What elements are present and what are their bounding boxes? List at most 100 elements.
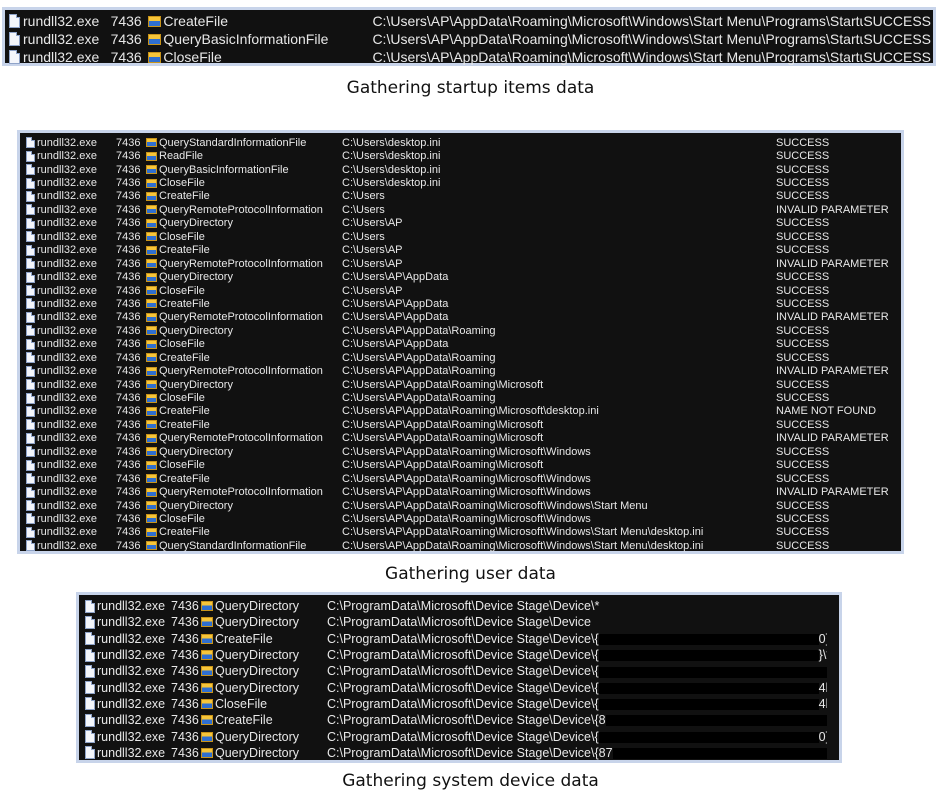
event-row[interactable]: rundll32.exe 7436 QueryDirectory C:\Program… [85,663,839,679]
process-name-cell: rundll32.exe [26,177,116,189]
path-text: C:\Users\AP\AppData\Roaming\Microsoft\Wi… [342,486,591,499]
process-name: rundll32.exe [37,190,97,203]
process-name-cell: rundll32.exe [26,419,116,431]
result: SUCCESS [776,512,830,525]
event-row[interactable]: rundll32.exe 7436 QueryRemoteProtocolInfor… [26,257,901,270]
process-name-cell: rundll32.exe [26,405,116,417]
pid: 7436 [116,177,141,190]
path: C:\Users\AP [342,217,776,229]
event-row[interactable]: rundll32.exe 7436 QueryBasicInformationFil… [9,30,933,48]
process-name: rundll32.exe [37,405,97,418]
event-row[interactable]: rundll32.exe 7436 CreateFile C:\Users\AP\Ap… [26,472,901,485]
event-row[interactable]: rundll32.exe 7436 QueryDirectory C:\Program… [85,598,839,614]
event-row[interactable]: rundll32.exe 7436 QueryDirectory C:\Users\A… [26,270,901,283]
event-row[interactable]: rundll32.exe 7436 QueryDirectory C:\Program… [85,745,839,761]
result: SUCCESS [776,244,830,257]
pid: 7436 [171,631,199,646]
result: SUCCESS [863,49,931,65]
path-text: C:\ProgramData\Microsoft\Device Stage\De… [327,664,599,679]
event-row[interactable]: rundll32.exe 7436 CloseFile C:\Users\AP SUCC… [26,284,901,297]
event-row[interactable]: rundll32.exe 7436 CreateFile C:\Users\AP\Ap… [9,12,933,30]
executable-file-icon [26,432,35,444]
event-row[interactable]: rundll32.exe 7436 CloseFile C:\Users SUCCESS [26,230,901,243]
path: C:\Users\AP\AppData\Roaming\Microsoft\Wi… [342,540,776,552]
event-row[interactable]: rundll32.exe 7436 CreateFile C:\Users\AP\Ap… [26,418,901,431]
event-row[interactable]: rundll32.exe 7436 QueryRemoteProtocolInfor… [26,203,901,216]
event-row[interactable]: rundll32.exe 7436 CloseFile C:\Users\AP\App… [9,48,933,66]
event-row[interactable]: rundll32.exe 7436 QueryDirectory C:\Users\A… [26,378,901,391]
path-text: C:\Users\desktop.ini [342,177,441,190]
executable-file-icon [26,526,35,538]
result: SUCCESS [863,13,931,29]
event-row[interactable]: rundll32.exe 7436 CreateFile C:\Users\AP\Ap… [26,405,901,418]
event-row[interactable]: rundll32.exe 7436 QueryDirectory C:\Program… [85,647,839,663]
path-suffix: 4b0} [818,696,827,711]
filesystem-operation-icon [201,731,213,742]
event-row[interactable]: rundll32.exe 7436 QueryRemoteProtocolInfor… [26,311,901,324]
process-name-cell: rundll32.exe [26,392,116,404]
path-text: C:\Users\AP\AppData\Roaming\Microsoft\de… [342,405,599,418]
filesystem-operation-icon [201,682,213,693]
process-name-cell: rundll32.exe [26,164,116,176]
result: SUCCESS [776,499,830,512]
pid: 7436 [116,432,141,445]
operation-cell: CreateFile [146,526,342,538]
event-row[interactable]: rundll32.exe 7436 ReadFile C:\Users\desktop… [26,149,901,162]
operation: QueryRemoteProtocolInformation [159,311,323,324]
event-row[interactable]: rundll32.exe 7436 CreateFile C:\Users\AP SUC… [26,244,901,257]
filesystem-operation-icon [146,460,157,470]
event-row[interactable]: rundll32.exe 7436 QueryRemoteProtocolInfor… [26,364,901,377]
event-row[interactable]: rundll32.exe 7436 CloseFile C:\Users\AP\App… [26,459,901,472]
executable-file-icon [85,681,95,695]
event-row[interactable]: rundll32.exe 7436 QueryDirectory C:\Program… [85,728,839,744]
path: C:\Users\AP\AppData\Roaming\Microsoft\Wi… [342,500,776,512]
path-text: C:\Users\AP\AppData\Roaming\Microsoft\Wi… [342,472,591,485]
executable-file-icon [26,392,35,404]
event-row[interactable]: rundll32.exe 7436 CloseFile C:\ProgramData\… [85,696,839,712]
result: SUCCESS [776,230,830,243]
operation-cell: CreateFile [146,473,342,485]
path: C:\Users\AP\AppData\Roaming\Microsoft [342,379,776,391]
operation-cell: QueryDirectory [201,746,327,760]
path-text: C:\Users\AP\AppData [342,338,449,351]
event-row[interactable]: rundll32.exe 7436 QueryRemoteProtocolInfor… [26,432,901,445]
executable-file-icon [85,615,95,629]
event-row[interactable]: rundll32.exe 7436 QueryStandardInformation… [26,136,901,149]
event-row[interactable]: rundll32.exe 7436 CloseFile C:\Users\AP\App… [26,512,901,525]
operation: QueryDirectory [215,664,300,679]
operation: QueryDirectory [159,499,233,512]
event-row[interactable]: rundll32.exe 7436 CreateFile C:\Users SUCCES… [26,190,901,203]
event-row[interactable]: rundll32.exe 7436 CreateFile C:\Users\AP\Ap… [26,297,901,310]
executable-file-icon [85,632,95,646]
event-row[interactable]: rundll32.exe 7436 CloseFile C:\Users\deskto… [26,176,901,189]
pid: 7436 [116,459,141,472]
event-row[interactable]: rundll32.exe 7436 CreateFile C:\Users\AP\Ap… [26,351,901,364]
event-row[interactable]: rundll32.exe 7436 QueryDirectory C:\Program… [85,679,839,695]
executable-file-icon [85,599,95,613]
executable-file-icon [26,150,35,162]
event-row[interactable]: rundll32.exe 7436 QueryDirectory C:\Users\A… [26,445,901,458]
event-row[interactable]: rundll32.exe 7436 CreateFile C:\ProgramData… [85,712,839,728]
pid: 7436 [116,190,141,203]
event-row[interactable]: rundll32.exe 7436 QueryBasicInformationFil… [26,163,901,176]
event-row[interactable]: rundll32.exe 7436 CreateFile C:\ProgramData… [85,631,839,647]
operation-cell: CloseFile [148,49,372,65]
event-row[interactable]: rundll32.exe 7436 CreateFile C:\Users\AP\Ap… [26,526,901,539]
filesystem-operation-icon [146,420,157,430]
event-row[interactable]: rundll32.exe 7436 CloseFile C:\Users\AP\App… [26,391,901,404]
event-row[interactable]: rundll32.exe 7436 QueryDirectory C:\Users\A… [26,499,901,512]
event-row[interactable]: rundll32.exe 7436 CloseFile C:\Users\AP\App… [26,338,901,351]
pid: 7436 [116,338,141,351]
operation: CloseFile [159,459,205,472]
event-row[interactable]: rundll32.exe 7436 QueryDirectory C:\Users\A… [26,324,901,337]
pid: 7436 [171,615,199,630]
event-row[interactable]: rundll32.exe 7436 QueryRemoteProtocolInfor… [26,485,901,498]
process-name: rundll32.exe [37,230,97,243]
event-row[interactable]: rundll32.exe 7436 QueryDirectory C:\Users\A… [26,217,901,230]
path-text: C:\ProgramData\Microsoft\Device Stage\De… [327,631,599,646]
event-row[interactable]: rundll32.exe 7436 QueryStandardInformation… [26,539,901,552]
process-name: rundll32.exe [37,392,97,405]
process-name: rundll32.exe [37,365,97,378]
event-row[interactable]: rundll32.exe 7436 QueryDirectory C:\Program… [85,614,839,630]
pid: 7436 [116,297,141,310]
